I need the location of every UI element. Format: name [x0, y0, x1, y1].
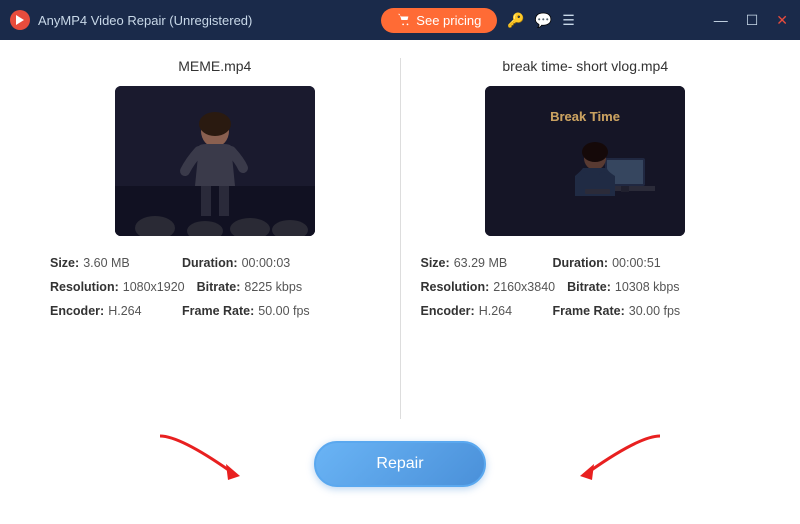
- right-size-value: 63.29 MB: [454, 252, 508, 276]
- maximize-button[interactable]: ☐: [742, 10, 763, 31]
- left-video-panel: MEME.mp4: [30, 58, 401, 419]
- main-content: MEME.mp4: [0, 40, 800, 524]
- repair-button[interactable]: Repair: [314, 441, 485, 487]
- left-video-art: [115, 86, 315, 236]
- left-size-label: Size:: [50, 252, 79, 276]
- left-framerate-value: 50.00 fps: [258, 300, 309, 324]
- title-bar-left: AnyMP4 Video Repair (Unregistered): [10, 10, 252, 30]
- left-encoder-value: H.264: [108, 300, 141, 324]
- pricing-button[interactable]: See pricing: [381, 8, 497, 33]
- right-arrow: [540, 426, 670, 486]
- left-bitrate-value: 8225 kbps: [244, 276, 302, 300]
- title-bar: AnyMP4 Video Repair (Unregistered) See p…: [0, 0, 800, 40]
- menu-icon[interactable]: ☰: [562, 12, 575, 29]
- left-arrow: [150, 426, 280, 486]
- app-icon: [10, 10, 30, 30]
- left-video-title: MEME.mp4: [178, 58, 251, 74]
- right-duration-label: Duration:: [553, 252, 609, 276]
- bottom-area: Repair: [30, 424, 770, 504]
- right-bitrate-value: 10308 kbps: [615, 276, 680, 300]
- title-bar-center: See pricing 🔑 💬 ☰: [381, 8, 574, 33]
- right-video-art: Break Time: [485, 86, 685, 236]
- app-title: AnyMP4 Video Repair (Unregistered): [38, 13, 252, 28]
- panels-row: MEME.mp4: [30, 58, 770, 419]
- right-bitrate-label: Bitrate:: [567, 276, 611, 300]
- right-framerate-value: 30.00 fps: [629, 300, 680, 324]
- right-encoder-value: H.264: [479, 300, 512, 324]
- right-resolution-label: Resolution:: [421, 276, 490, 300]
- right-file-info: Size: 63.29 MB Duration: 00:00:51 Resolu…: [421, 252, 751, 323]
- left-size-value: 3.60 MB: [83, 252, 130, 276]
- close-button[interactable]: ✕: [772, 10, 792, 31]
- right-resolution-value: 2160x3840: [493, 276, 555, 300]
- left-duration-value: 00:00:03: [242, 252, 291, 276]
- chat-icon[interactable]: 💬: [535, 12, 552, 29]
- left-framerate-label: Frame Rate:: [182, 300, 254, 324]
- left-duration-label: Duration:: [182, 252, 238, 276]
- left-file-info: Size: 3.60 MB Duration: 00:00:03 Resolut…: [50, 252, 380, 323]
- left-resolution-value: 1080x1920: [123, 276, 185, 300]
- right-size-label: Size:: [421, 252, 450, 276]
- cart-icon: [397, 13, 411, 27]
- right-video-title: break time- short vlog.mp4: [502, 58, 668, 74]
- minimize-button[interactable]: —: [710, 10, 732, 30]
- key-icon[interactable]: 🔑: [507, 12, 524, 29]
- left-encoder-label: Encoder:: [50, 300, 104, 324]
- right-video-thumbnail: Break Time: [485, 86, 685, 236]
- window-controls: — ☐ ✕: [710, 10, 792, 31]
- left-resolution-label: Resolution:: [50, 276, 119, 300]
- right-video-panel: break time- short vlog.mp4 Break Time: [401, 58, 771, 419]
- left-video-thumbnail: [115, 86, 315, 236]
- svg-text:Break Time: Break Time: [550, 109, 620, 124]
- right-framerate-label: Frame Rate:: [553, 300, 625, 324]
- right-duration-value: 00:00:51: [612, 252, 661, 276]
- right-encoder-label: Encoder:: [421, 300, 475, 324]
- left-bitrate-label: Bitrate:: [197, 276, 241, 300]
